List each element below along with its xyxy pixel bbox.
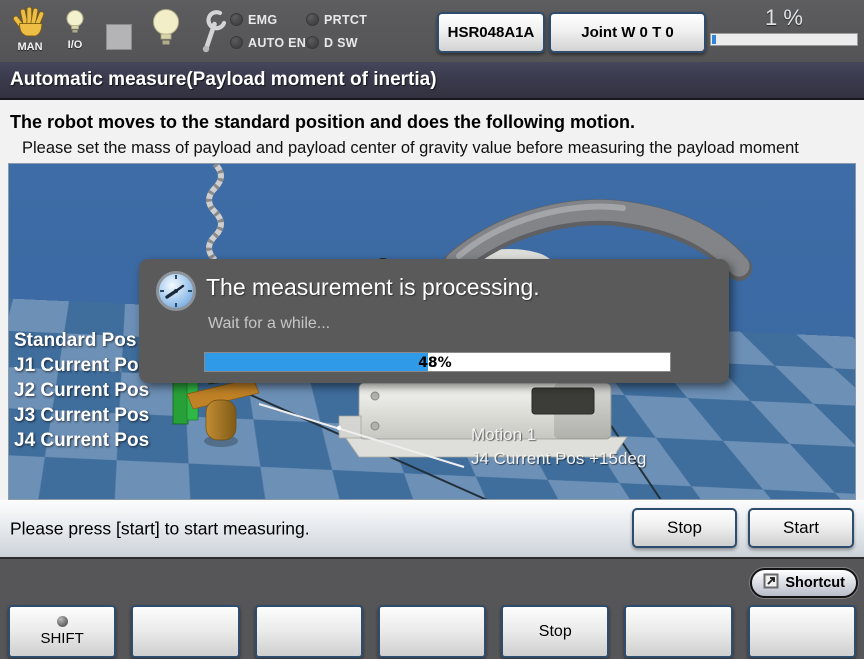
fkey-3[interactable] — [255, 605, 363, 658]
prtct-lamp-icon — [306, 13, 319, 26]
fkey-stop-label: Stop — [539, 623, 572, 641]
fkey-7[interactable] — [748, 605, 856, 658]
status-message: Please press [start] to start measuring. — [10, 518, 310, 539]
motion-annotation-line-1: Motion 1 — [471, 425, 536, 445]
indicator-d-sw: D SW — [306, 34, 367, 51]
fkey-shift-label: SHIFT — [40, 630, 83, 647]
emg-lamp-icon — [230, 13, 243, 26]
shortcut-icon — [763, 573, 779, 593]
position-label-list: Standard Pos J1 Current Pos J2 Current P… — [14, 330, 149, 455]
man-label: MAN — [17, 41, 42, 53]
auto-en-lamp-icon — [230, 36, 243, 49]
speed-override-display: 1 % — [710, 5, 858, 46]
stop-button[interactable]: Stop — [632, 508, 737, 548]
position-label-j4: J4 Current Pos — [14, 430, 149, 455]
bottom-bar: Shortcut SHIFT Stop — [0, 557, 864, 659]
measurement-progress-fill — [205, 353, 428, 371]
manual-mode-indicator[interactable]: MAN — [8, 6, 52, 53]
fkey-stop[interactable]: Stop — [501, 605, 609, 658]
lamp-status-button[interactable] — [150, 8, 182, 54]
io-bulb-icon — [64, 9, 86, 40]
indicator-emg: EMG — [230, 11, 306, 28]
speed-percent-text: 1 % — [710, 5, 858, 31]
position-label-j2: J2 Current Pos — [14, 380, 149, 405]
coordinate-system-button[interactable]: Joint W 0 T 0 — [549, 12, 706, 53]
position-label-j1: J1 Current Pos — [14, 355, 149, 380]
position-label-standard: Standard Pos — [14, 330, 149, 355]
indicator-column-2: PRTCT D SW — [306, 11, 367, 51]
position-label-j3: J3 Current Pos — [14, 405, 149, 430]
bulb-icon — [151, 8, 181, 54]
hand-icon — [12, 6, 48, 42]
motion-annotation-line-2: J4 Current Pos +15deg — [471, 449, 646, 469]
shortcut-label: Shortcut — [785, 575, 845, 591]
emg-label: EMG — [248, 13, 277, 27]
d-sw-lamp-icon — [306, 36, 319, 49]
measurement-progress-bar: 48% — [204, 352, 671, 372]
top-toolbar: MAN I/O — [0, 0, 864, 62]
robot-model-button[interactable]: HSR048A1A — [437, 12, 545, 53]
io-label: I/O — [68, 39, 83, 51]
stop-status-icon[interactable] — [106, 24, 132, 50]
start-button[interactable]: Start — [748, 508, 854, 548]
teach-pendant-screen: MAN I/O — [0, 0, 864, 659]
indicator-auto-en: AUTO EN — [230, 34, 306, 51]
prtct-label: PRTCT — [324, 13, 367, 27]
clock-icon — [155, 270, 197, 317]
shortcut-button[interactable]: Shortcut — [750, 568, 858, 598]
indicator-prtct: PRTCT — [306, 11, 367, 28]
instruction-line-1: The robot moves to the standard position… — [10, 112, 635, 133]
page-title: Automatic measure(Payload moment of iner… — [10, 69, 437, 91]
dialog-subtitle: Wait for a while... — [208, 315, 330, 333]
measurement-processing-dialog: The measurement is processing. Wait for … — [139, 259, 729, 383]
wrench-icon — [199, 8, 227, 59]
fkey-4[interactable] — [378, 605, 486, 658]
d-sw-label: D SW — [324, 36, 358, 50]
measurement-progress-percent: 48% — [418, 355, 452, 371]
auto-en-label: AUTO EN — [248, 36, 306, 50]
fkey-2[interactable] — [131, 605, 239, 658]
io-monitor-button[interactable]: I/O — [60, 9, 90, 51]
status-strip: Please press [start] to start measuring.… — [0, 500, 864, 557]
fkey-shift[interactable]: SHIFT — [8, 605, 116, 658]
speed-progress-bar — [710, 33, 858, 46]
robot-3d-viewport: Standard Pos J1 Current Pos J2 Current P… — [8, 163, 856, 500]
title-bar: Automatic measure(Payload moment of iner… — [0, 62, 864, 100]
indicator-column-1: EMG AUTO EN — [230, 11, 306, 51]
speed-progress-fill — [712, 35, 716, 44]
fkey-6[interactable] — [624, 605, 732, 658]
shift-lamp-icon — [57, 616, 68, 627]
function-key-row: SHIFT Stop — [0, 603, 864, 658]
tool-settings-button[interactable] — [198, 8, 228, 59]
instruction-line-2: Please set the mass of payload and paylo… — [22, 139, 799, 158]
dialog-title: The measurement is processing. — [206, 274, 540, 301]
